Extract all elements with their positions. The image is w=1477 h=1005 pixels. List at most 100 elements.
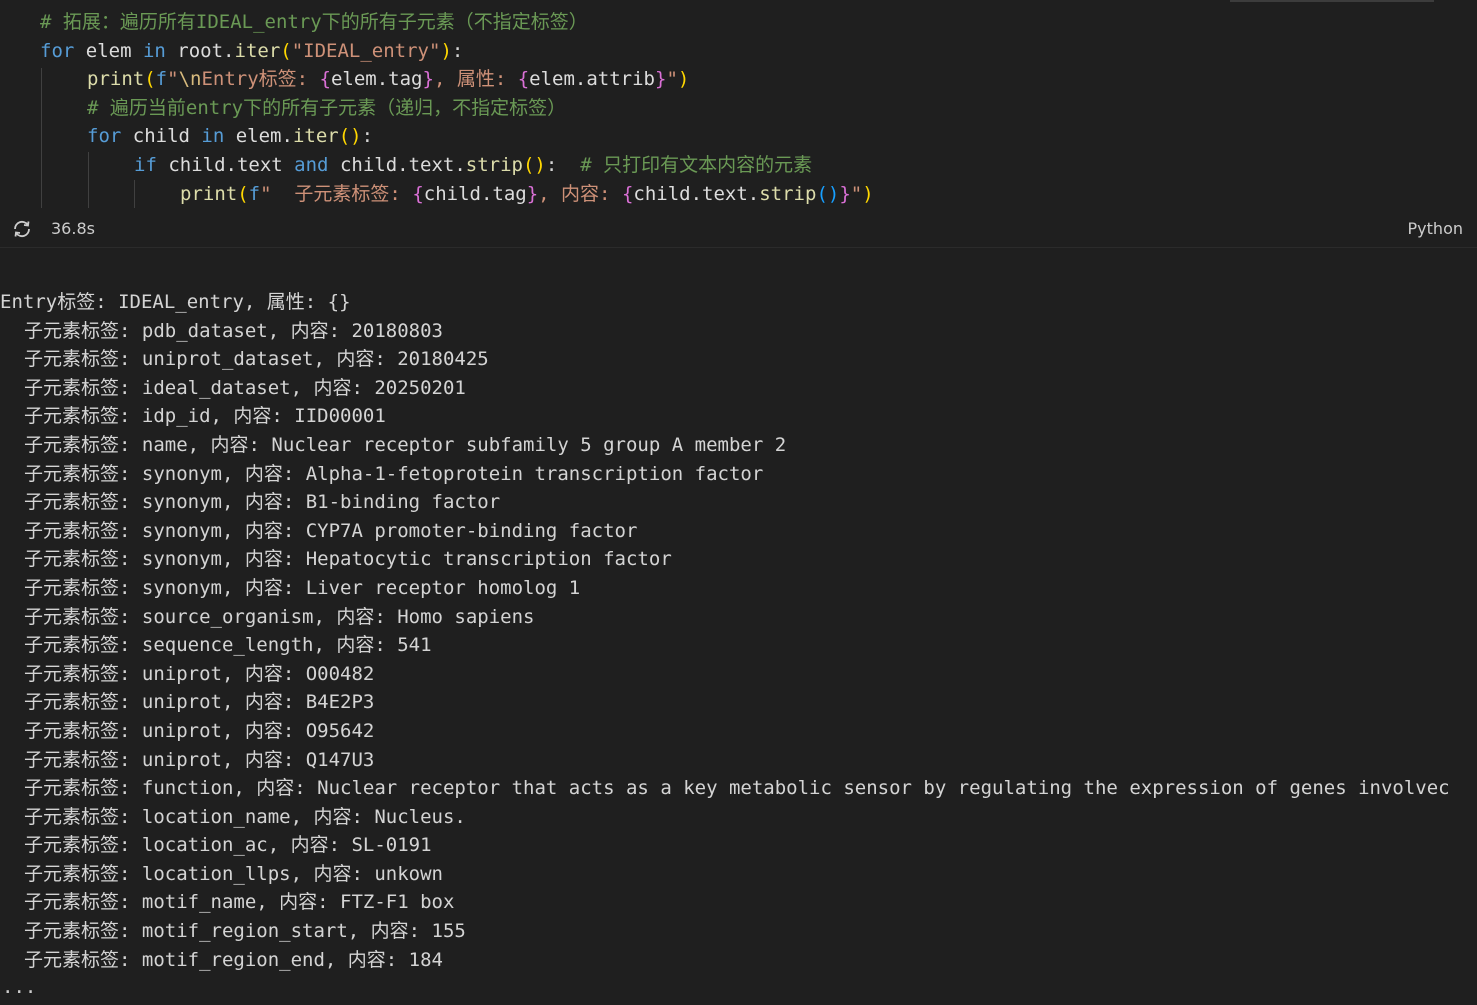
code-token: } (655, 68, 667, 91)
code-token: iter (292, 125, 339, 148)
code-editor[interactable]: # 拓展：遍历所有IDEAL_entry下的所有子元素（不指定标签）for el… (0, 8, 1477, 208)
output-line: 子元素标签: idp_id, 内容: IID00001 (24, 405, 386, 428)
output-line: 子元素标签: location_llps, 内容: unkown (24, 862, 443, 885)
code-token: } (526, 182, 539, 205)
output-truncated-ellipsis[interactable]: ... (2, 977, 36, 997)
cell-output: Entry标签: IDEAL_entry, 属性: {} 子元素标签: pdb_… (0, 288, 1477, 974)
code-line-text: if child.text and child.text.strip(): # … (134, 151, 812, 180)
code-line[interactable]: if child.text and child.text.strip(): # … (0, 151, 1477, 180)
code-token: { (319, 68, 331, 91)
code-token: if (134, 153, 157, 176)
code-token: "IDEAL_entry" (291, 39, 441, 62)
code-line-text: # 遍历当前entry下的所有子元素（递归，不指定标签） (87, 94, 566, 123)
code-token: " (666, 68, 678, 91)
code-token: child (121, 125, 202, 148)
code-token: strip (465, 153, 523, 176)
code-token: { (517, 68, 530, 91)
output-line: 子元素标签: uniprot_dataset, 内容: 20180425 (24, 348, 489, 371)
output-entry-header: Entry标签: IDEAL_entry, 属性: {} (0, 291, 351, 313)
code-token: root. (165, 39, 235, 62)
output-line: 子元素标签: sequence_length, 内容: 541 (24, 634, 432, 657)
output-line: 子元素标签: motif_name, 内容: FTZ-F1 box (24, 891, 455, 914)
code-token: and (294, 153, 329, 176)
code-token: child.tag (423, 182, 527, 205)
code-line-text: # 拓展：遍历所有IDEAL_entry下的所有子元素（不指定标签） (40, 8, 588, 37)
horizontal-scrollbar-thumb[interactable] (1230, 0, 1434, 2)
code-token: : (451, 39, 464, 62)
code-token: # 遍历当前entry下的所有子元素（递归，不指定标签） (87, 96, 567, 119)
code-token: iter (234, 39, 281, 62)
code-token: , 属性: (433, 68, 518, 91)
code-token: } (422, 68, 434, 91)
code-line[interactable]: for elem in root.iter("IDEAL_entry"): (0, 37, 1477, 66)
code-line[interactable]: # 拓展：遍历所有IDEAL_entry下的所有子元素（不指定标签） (0, 8, 1477, 37)
output-line: 子元素标签: synonym, 内容: Liver receptor homol… (24, 576, 581, 599)
output-line: 子元素标签: source_organism, 内容: Homo sapiens (24, 605, 535, 628)
output-line: 子元素标签: uniprot, 内容: Q147U3 (24, 748, 375, 771)
output-line: 子元素标签: uniprot, 内容: O95642 (24, 719, 375, 742)
code-token: child.text. (328, 153, 466, 176)
output-line: 子元素标签: pdb_dataset, 内容: 20180803 (24, 319, 443, 342)
code-token: () (338, 125, 362, 148)
code-token: ) (677, 68, 690, 91)
code-token: for (40, 39, 75, 62)
code-token: () (816, 182, 840, 205)
output-line: 子元素标签: location_ac, 内容: SL-0191 (24, 834, 432, 857)
code-token: child.text (156, 153, 295, 176)
code-token: : (361, 125, 374, 148)
output-line: 子元素标签: motif_region_start, 内容: 155 (24, 920, 466, 943)
code-line[interactable]: # 遍历当前entry下的所有子元素（递归，不指定标签） (0, 94, 1477, 123)
code-token: print (180, 182, 238, 205)
output-line: 子元素标签: name, 内容: Nuclear receptor subfam… (24, 433, 787, 456)
output-line: 子元素标签: function, 内容: Nuclear receptor th… (24, 777, 1450, 800)
cell-language-selector[interactable]: Python (1408, 219, 1463, 239)
output-line: 子元素标签: location_name, 内容: Nucleus. (24, 805, 466, 828)
execution-duration: 36.8s (51, 219, 95, 238)
code-token: # 拓展：遍历所有IDEAL_entry下的所有子元素（不指定标签） (40, 11, 588, 33)
code-token: strip (759, 182, 817, 205)
code-token: child.text. (633, 182, 760, 205)
code-token: ( (280, 39, 292, 62)
code-token: ) (440, 39, 452, 62)
output-line: 子元素标签: motif_region_end, 内容: 184 (24, 948, 443, 971)
output-line: 子元素标签: synonym, 内容: B1-binding factor (24, 491, 501, 514)
code-token: ( (237, 182, 249, 205)
code-token: , 内容: (538, 182, 622, 205)
code-line[interactable]: print(f" 子元素标签: {child.tag}, 内容: {child.… (0, 180, 1477, 209)
code-token: print (87, 68, 145, 91)
code-token: elem. (224, 125, 293, 148)
code-token: () (522, 153, 546, 176)
output-line: 子元素标签: uniprot, 内容: B4E2P3 (24, 691, 375, 714)
code-line-text: for elem in root.iter("IDEAL_entry"): (40, 37, 463, 66)
code-token: : (545, 153, 581, 176)
code-line[interactable]: for child in elem.iter(): (0, 122, 1477, 151)
code-line-text: print(f"\nEntry标签: {elem.tag}, 属性: {elem… (87, 65, 689, 94)
output-line: 子元素标签: ideal_dataset, 内容: 20250201 (24, 376, 466, 399)
code-token: { (412, 182, 424, 205)
code-line[interactable]: print(f"\nEntry标签: {elem.tag}, 属性: {elem… (0, 65, 1477, 94)
code-token: } (839, 182, 851, 205)
code-token: Entry标签: (201, 68, 320, 91)
code-token: in (201, 125, 225, 148)
refresh-icon[interactable] (11, 218, 33, 240)
code-token: ) (862, 182, 874, 205)
code-token: \n (178, 68, 202, 91)
code-token: f (155, 68, 168, 91)
output-line: 子元素标签: synonym, 内容: Alpha-1-fetoprotein … (24, 462, 764, 485)
code-line-text: for child in elem.iter(): (87, 122, 373, 151)
code-token: for (87, 125, 122, 148)
code-token: f (248, 182, 261, 205)
output-line: 子元素标签: uniprot, 内容: O00482 (24, 662, 375, 685)
code-token: in (142, 39, 166, 62)
code-token: " 子元素标签: (260, 182, 413, 205)
code-cell[interactable]: # 拓展：遍历所有IDEAL_entry下的所有子元素（不指定标签）for el… (0, 0, 1477, 248)
code-token: # 只打印有文本内容的元素 (580, 153, 813, 176)
code-line-text: print(f" 子元素标签: {child.tag}, 内容: {child.… (180, 180, 874, 209)
code-token: " (850, 182, 863, 205)
code-token: " (167, 68, 179, 91)
code-token: ( (144, 68, 156, 91)
cell-status-bar: 36.8s Python (0, 213, 1477, 246)
output-line: 子元素标签: synonym, 内容: CYP7A promoter-bindi… (24, 519, 638, 542)
output-line: 子元素标签: synonym, 内容: Hepatocytic transcri… (24, 548, 672, 571)
code-token: { (621, 182, 634, 205)
